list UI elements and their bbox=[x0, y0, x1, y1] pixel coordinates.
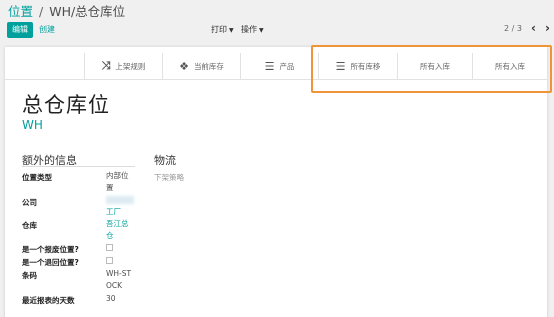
list-icon: ☰ bbox=[264, 59, 275, 73]
field-value-location-type: 内部位置 bbox=[106, 171, 129, 192]
edit-button[interactable]: 编辑 bbox=[7, 22, 33, 38]
caret-down-icon: ▼ bbox=[229, 27, 234, 34]
previous-record-button[interactable]: ‹ bbox=[531, 21, 536, 35]
field-label-warehouse: 仓库 bbox=[22, 221, 37, 230]
field-label-location-type: 位置类型 bbox=[22, 173, 52, 182]
shuffle-icon: ⤨ bbox=[101, 59, 111, 72]
breadcrumb-separator: / bbox=[39, 4, 44, 19]
print-menu[interactable]: 打印 ▼ bbox=[211, 24, 234, 35]
field-label-barcode: 条码 bbox=[22, 271, 37, 280]
products-button[interactable]: ☰ 产品 bbox=[241, 53, 319, 79]
create-button[interactable]: 创建 bbox=[39, 22, 55, 38]
pager-value: 2 / 3 bbox=[504, 24, 522, 33]
cubes-icon: ❖ bbox=[179, 59, 189, 73]
putaway-rules-button[interactable]: ⤨ 上架规则 bbox=[85, 53, 163, 79]
field-value-barcode: WH-STOCK bbox=[106, 269, 132, 290]
record-code: WH bbox=[22, 118, 43, 132]
field-label-last-inventory-days: 最近报表的天数 bbox=[22, 296, 75, 305]
redacted-company-name bbox=[106, 196, 134, 204]
next-record-button[interactable]: › bbox=[545, 21, 550, 35]
field-label-is-return: 是一个退回位置? bbox=[22, 258, 79, 267]
smart-button-label: 当前库存 bbox=[193, 61, 224, 71]
smart-button-label: 上架规则 bbox=[115, 61, 146, 71]
smart-button-label: 产品 bbox=[279, 61, 295, 71]
field-value-warehouse[interactable]: 吾江总仓 bbox=[106, 218, 130, 242]
chevron-right-icon: › bbox=[545, 21, 550, 35]
current-stock-button[interactable]: ❖ 当前库存 bbox=[163, 53, 241, 79]
breadcrumb-parent-link[interactable]: 位置 bbox=[8, 4, 33, 19]
field-value-last-inventory-days: 30 bbox=[106, 294, 116, 303]
removal-strategy-label: 下架策略 bbox=[154, 173, 184, 182]
breadcrumb: 位置 / WH/总仓库位 bbox=[8, 1, 125, 20]
caret-down-icon: ▼ bbox=[259, 27, 264, 34]
print-menu-label: 打印 bbox=[211, 25, 227, 34]
field-label-company: 公司 bbox=[22, 198, 37, 207]
record-title: 总仓库位 bbox=[22, 93, 110, 117]
field-value-company[interactable]: 工厂 bbox=[106, 206, 121, 218]
is-return-checkbox[interactable] bbox=[106, 257, 113, 264]
section-title-logistics: 物流 bbox=[154, 154, 176, 167]
is-scrap-checkbox[interactable] bbox=[106, 244, 113, 251]
action-menu-label: 操作 bbox=[241, 25, 257, 34]
breadcrumb-current: WH/总仓库位 bbox=[49, 4, 126, 19]
highlight-annotation bbox=[311, 45, 552, 93]
section-divider bbox=[22, 166, 135, 167]
chevron-left-icon: ‹ bbox=[531, 21, 536, 35]
field-label-is-scrap: 是一个报废位置? bbox=[22, 245, 79, 254]
action-menu[interactable]: 操作 ▼ bbox=[241, 24, 264, 35]
